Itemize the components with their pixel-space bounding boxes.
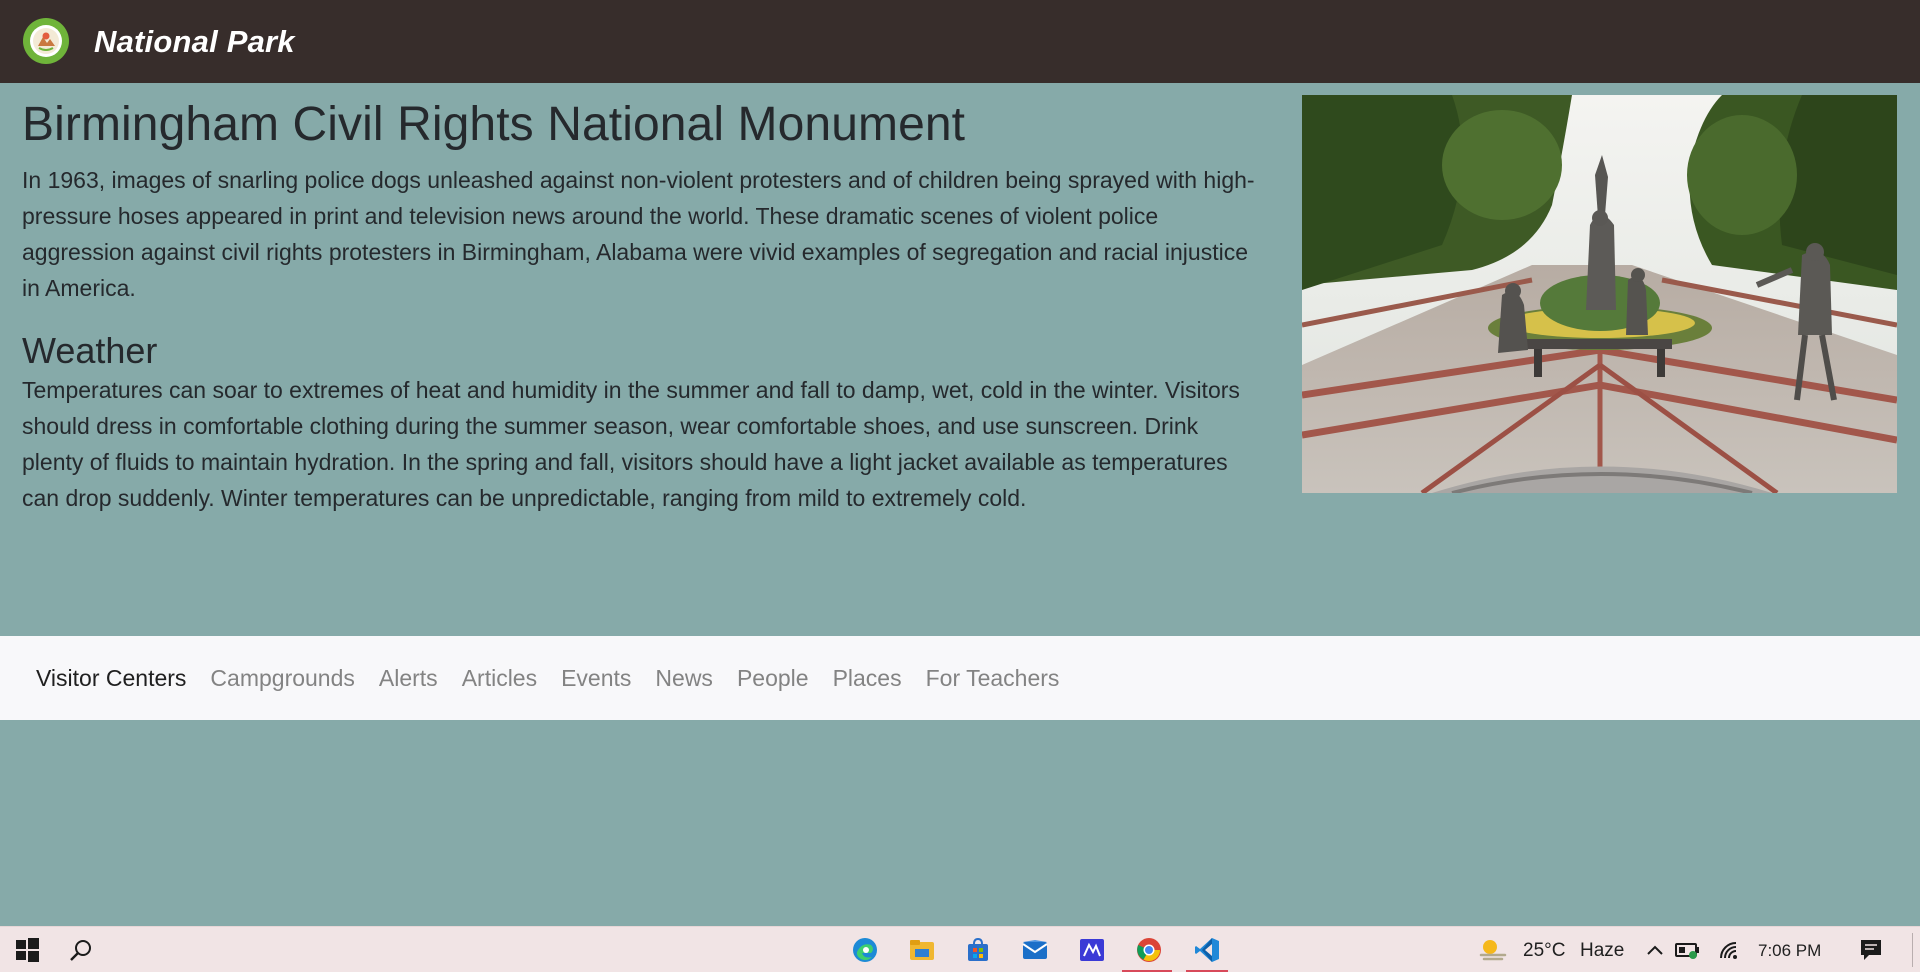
weather-haze-icon[interactable]: [1478, 935, 1508, 965]
battery-icon[interactable]: [1673, 935, 1703, 965]
subnav-item-events[interactable]: Events: [561, 665, 631, 692]
subnav-item-places[interactable]: Places: [833, 665, 902, 692]
wifi-icon[interactable]: [1715, 935, 1745, 965]
park-photo: [1302, 95, 1897, 493]
park-logo-icon[interactable]: [23, 18, 69, 64]
file-explorer-icon[interactable]: [907, 935, 937, 965]
chevron-up-icon[interactable]: [1640, 935, 1670, 965]
subnav-item-people[interactable]: People: [737, 665, 809, 692]
windows-taskbar: 25°C Haze 7:06 PM: [0, 926, 1920, 972]
subnav-item-articles[interactable]: Articles: [462, 665, 537, 692]
vscode-icon[interactable]: [1192, 935, 1222, 965]
subnav-list: Visitor Centers Campgrounds Alerts Artic…: [36, 665, 1083, 692]
mail-icon[interactable]: [1020, 935, 1050, 965]
taskbar-clock[interactable]: 7:06 PM: [1758, 941, 1821, 961]
park-content: Birmingham Civil Rights National Monumen…: [22, 95, 1262, 516]
brand-title[interactable]: National Park: [94, 22, 295, 62]
subnav-item-campgrounds[interactable]: Campgrounds: [210, 665, 354, 692]
notifications-icon[interactable]: [1856, 935, 1886, 965]
subnav-item-visitor-centers[interactable]: Visitor Centers: [36, 665, 186, 692]
show-desktop-divider[interactable]: [1912, 933, 1913, 967]
top-navbar: National Park: [0, 0, 1920, 83]
subnav-item-alerts[interactable]: Alerts: [379, 665, 438, 692]
park-subnav: Visitor Centers Campgrounds Alerts Artic…: [0, 636, 1920, 720]
search-icon[interactable]: [66, 935, 96, 965]
store-icon[interactable]: [963, 935, 993, 965]
weather-heading: Weather: [22, 330, 158, 371]
subnav-item-news[interactable]: News: [655, 665, 713, 692]
subnav-item-for-teachers[interactable]: For Teachers: [926, 665, 1060, 692]
park-description: In 1963, images of snarling police dogs …: [22, 167, 1255, 301]
weather-description: Temperatures can soar to extremes of hea…: [22, 377, 1240, 511]
weather-condition[interactable]: Haze: [1580, 940, 1624, 962]
park-photo-image: [1302, 95, 1897, 493]
weather-temperature[interactable]: 25°C: [1523, 940, 1565, 962]
windows-start-icon[interactable]: [12, 935, 42, 965]
park-title: Birmingham Civil Rights National Monumen…: [22, 98, 966, 151]
app-icon[interactable]: [1077, 935, 1107, 965]
edge-icon[interactable]: [850, 935, 880, 965]
chrome-icon[interactable]: [1134, 935, 1164, 965]
